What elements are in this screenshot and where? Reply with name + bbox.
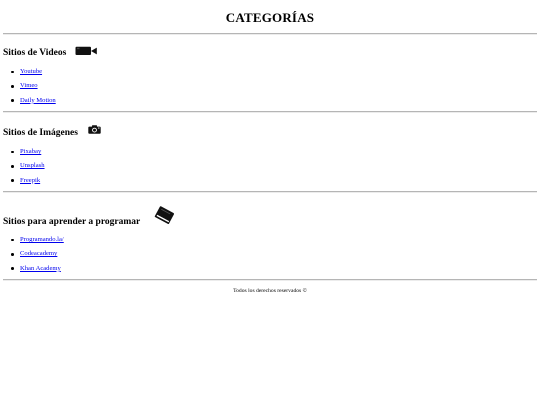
bullet	[11, 150, 14, 154]
page: CATEGORÍAS Sitios de Videos Youtube Vime…	[0, 0, 540, 405]
programming-links-list: Programando.la/ Codeacademy Khan Academy	[11, 236, 64, 279]
link-unsplash[interactable]: Unsplash	[20, 162, 45, 169]
link-programando-la[interactable]: Programando.la/	[20, 236, 64, 243]
list-item: Unsplash	[11, 162, 45, 176]
list-item: Daily Motion	[11, 97, 56, 111]
bullet	[11, 253, 14, 256]
section-heading-videos: Sitios de Videos	[3, 48, 67, 58]
bullet	[11, 85, 14, 88]
link-freepik[interactable]: Freepik	[20, 177, 40, 184]
section-heading-images: Sitios de Imágenes	[3, 128, 78, 138]
list-item: Pixabay	[11, 148, 45, 162]
divider	[3, 111, 537, 113]
section-heading-programming: Sitios para aprender a programar	[3, 217, 141, 227]
divider	[3, 191, 537, 193]
list-item: Youtube	[11, 68, 56, 82]
list-item: Khan Academy	[11, 265, 64, 279]
video-camera-icon	[75, 46, 97, 55]
bullet	[11, 165, 14, 168]
camera-icon	[88, 125, 101, 134]
link-vimeo[interactable]: Vimeo	[20, 82, 38, 89]
video-links-list: Youtube Vimeo Daily Motion	[11, 68, 56, 111]
bullet	[11, 267, 14, 271]
image-links-list: Pixabay Unsplash Freepik	[11, 148, 45, 191]
bullet	[11, 70, 14, 74]
footer-copyright: Todos los derechos reservados ©	[233, 288, 307, 294]
page-title: CATEGORÍAS	[225, 10, 315, 25]
link-youtube[interactable]: Youtube	[20, 68, 42, 75]
divider	[3, 33, 537, 35]
link-khan-academy[interactable]: Khan Academy	[20, 265, 61, 272]
link-codeacademy[interactable]: Codeacademy	[20, 250, 57, 257]
bullet	[11, 238, 14, 242]
link-daily-motion[interactable]: Daily Motion	[20, 97, 56, 104]
list-item: Vimeo	[11, 82, 56, 96]
list-item: Programando.la/	[11, 236, 64, 250]
bullet	[11, 179, 14, 183]
list-item: Freepik	[11, 177, 45, 191]
book-icon	[154, 206, 175, 225]
divider	[3, 279, 537, 281]
bullet	[11, 99, 14, 103]
link-pixabay[interactable]: Pixabay	[20, 148, 41, 155]
list-item: Codeacademy	[11, 250, 64, 264]
